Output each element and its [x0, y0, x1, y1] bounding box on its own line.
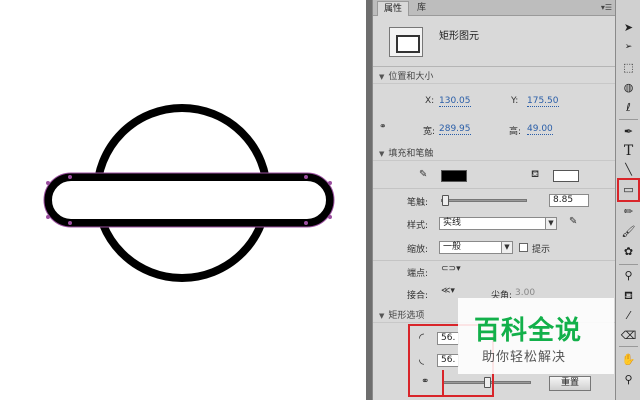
flash-workspace: 属性 库 ▾☰ 矩形图元 ▼ 位置和大小 X: 130.05 Y: 175.50 …: [0, 0, 640, 400]
cap-label: 端点:: [407, 269, 429, 279]
text-tool-icon[interactable]: T: [619, 142, 638, 161]
3d-rotation-tool-icon[interactable]: ◍: [619, 78, 638, 97]
handle-left-top: [46, 181, 50, 185]
highlight-box-rectangle-tool: [617, 178, 640, 202]
tab-library[interactable]: 库: [411, 1, 432, 16]
deco-tool-icon[interactable]: ✿: [619, 242, 638, 261]
lasso-tool-icon[interactable]: ℓ: [619, 98, 638, 117]
stroke-width-input[interactable]: 8.85: [549, 194, 589, 207]
height-label: 高:: [509, 127, 522, 137]
style-label: 样式:: [407, 221, 429, 231]
join-style-dropdown-icon[interactable]: ≪▾: [441, 286, 455, 296]
join-label: 接合:: [407, 291, 429, 301]
handle-top-left: [68, 175, 72, 179]
watermark-title: 百科全说: [474, 316, 583, 346]
tab-properties[interactable]: 属性: [377, 1, 410, 16]
subselection-tool-icon[interactable]: ➢: [619, 38, 638, 57]
rounded-rectangle-shape[interactable]: [44, 173, 334, 227]
section-fill-stroke[interactable]: ▼ 填充和笔触: [373, 147, 616, 161]
rectangle-primitive-icon: [389, 27, 423, 57]
zoom-tool-icon[interactable]: ⚲: [619, 370, 638, 389]
y-value[interactable]: 175.50: [527, 96, 559, 107]
stroke-color-swatch[interactable]: [441, 170, 467, 182]
chevron-down-icon: ▼: [501, 242, 512, 253]
panel-menu-icon[interactable]: ▾☰: [601, 3, 612, 12]
paint-bucket-tool-icon[interactable]: ⛾: [619, 286, 638, 305]
hint-label: 提示: [532, 245, 551, 255]
width-value[interactable]: 289.95: [439, 124, 471, 135]
pencil-stroke-icon: ✎: [419, 169, 428, 180]
collapse-triangle-icon: ▼: [379, 73, 385, 81]
eyedropper-tool-icon[interactable]: ⁄: [619, 306, 638, 325]
handle-bottom-right: [304, 221, 308, 225]
panel-tabbar: 属性 库 ▾☰: [373, 0, 616, 16]
stroke-style-dropdown[interactable]: 实线 ▼: [439, 217, 557, 230]
handle-left-bottom: [46, 215, 50, 219]
scale-value: 一般: [443, 242, 462, 252]
bone-tool-icon[interactable]: ⚲: [619, 266, 638, 285]
watermark-subtitle: 助你轻松解决: [482, 350, 567, 365]
panel-header: 矩形图元: [373, 17, 616, 67]
stroke-style-value: 实线: [443, 218, 462, 228]
hint-checkbox[interactable]: [519, 243, 528, 252]
width-label: 宽:: [423, 127, 436, 137]
scale-dropdown[interactable]: 一般 ▼: [439, 241, 513, 254]
x-value[interactable]: 130.05: [439, 96, 471, 107]
hand-tool-icon[interactable]: ✋: [619, 350, 638, 369]
edit-stroke-style-icon[interactable]: ✎: [569, 216, 577, 227]
height-value[interactable]: 49.00: [527, 124, 553, 135]
collapse-triangle-icon: ▼: [379, 312, 385, 320]
watermark: 百科全说 助你轻松解决: [458, 298, 614, 374]
cap-style-dropdown-icon[interactable]: ⊂⊃▾: [441, 264, 461, 274]
handle-right-bottom: [328, 215, 332, 219]
handle-top-right: [304, 175, 308, 179]
free-transform-tool-icon[interactable]: ⬚: [619, 58, 638, 77]
highlight-box-continuation: [408, 370, 444, 397]
stroke-label: 笔触:: [407, 198, 429, 208]
stroke-slider-thumb[interactable]: [441, 195, 449, 206]
link-lock-icon[interactable]: ⚭: [379, 122, 387, 132]
chevron-down-icon: ▼: [545, 218, 556, 229]
section-title: 填充和笔触: [388, 149, 434, 159]
x-label: X:: [425, 96, 435, 106]
tool-separator: [619, 346, 638, 347]
stage-drawing[interactable]: [0, 0, 366, 400]
object-type-title: 矩形图元: [439, 31, 479, 42]
tool-separator: [619, 119, 638, 120]
line-tool-icon[interactable]: ╲: [619, 160, 638, 179]
pen-tool-icon[interactable]: ✒: [619, 122, 638, 141]
divider: [373, 260, 616, 261]
y-label: Y:: [511, 96, 519, 106]
pencil-tool-icon[interactable]: ✏: [619, 202, 638, 221]
handle-bottom-left: [68, 221, 72, 225]
handle-right-top: [328, 181, 332, 185]
scale-label: 缩放:: [407, 245, 429, 255]
section-position-size[interactable]: ▼ 位置和大小: [373, 70, 616, 84]
reset-button[interactable]: 重置: [549, 376, 591, 391]
divider: [373, 188, 616, 189]
section-title: 矩形选项: [388, 311, 425, 321]
miter-value[interactable]: 3.00: [515, 288, 535, 298]
tool-separator: [619, 264, 638, 265]
paint-bucket-fill-icon: ⛾: [531, 169, 540, 180]
stroke-slider-track[interactable]: [441, 199, 527, 202]
fill-color-swatch[interactable]: [553, 170, 579, 182]
selection-tool-icon[interactable]: ➤: [619, 18, 638, 37]
eraser-tool-icon[interactable]: ⌫: [619, 326, 638, 345]
stage-canvas[interactable]: [0, 0, 372, 400]
section-title: 位置和大小: [388, 72, 434, 82]
collapse-triangle-icon: ▼: [379, 150, 385, 158]
tools-panel: ➤ ➢ ⬚ ◍ ℓ ✒ T ╲ ▭ ✏ 🖌 ✿ ⚲ ⛾ ⁄ ⌫ ✋ ⚲: [615, 0, 640, 400]
brush-tool-icon[interactable]: 🖌: [619, 222, 638, 241]
